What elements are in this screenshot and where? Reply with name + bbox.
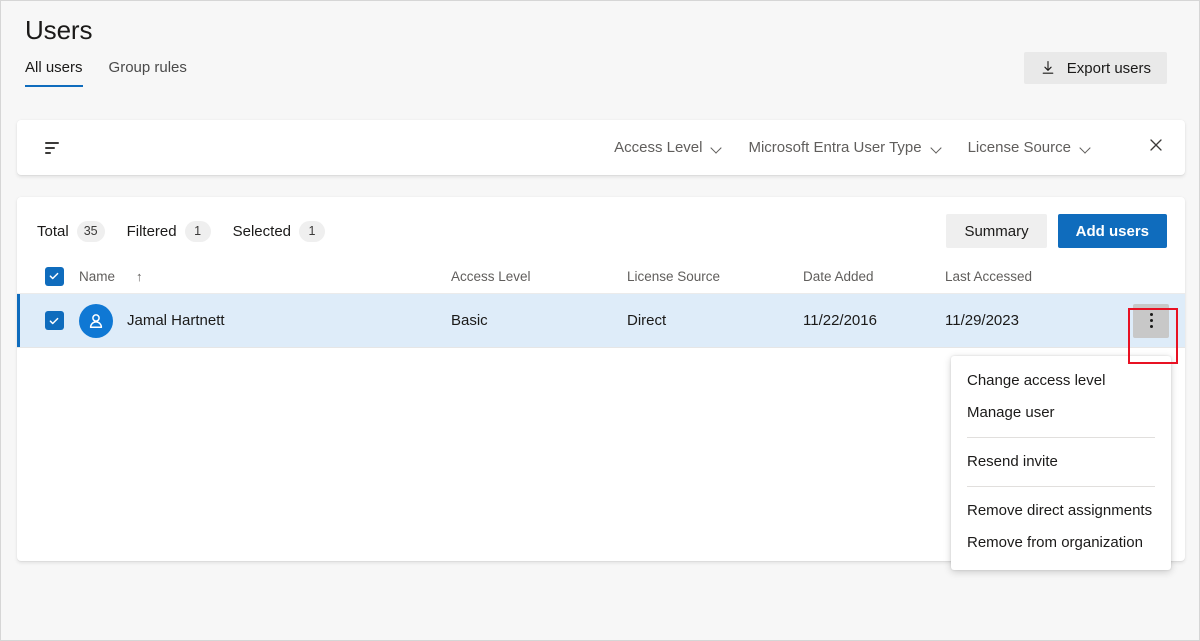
export-users-button[interactable]: Export users — [1024, 52, 1167, 84]
menu-separator — [967, 486, 1155, 487]
menu-separator — [967, 437, 1155, 438]
count-selected-value: 1 — [299, 221, 325, 242]
tab-all-users-label: All users — [25, 59, 83, 76]
column-header-name[interactable]: Name ↑ — [79, 269, 451, 284]
filter-bar: Access Level Microsoft Entra User Type L… — [17, 120, 1185, 175]
filter-access-level-label: Access Level — [614, 139, 702, 156]
export-users-label: Export users — [1067, 60, 1151, 77]
count-filtered-label: Filtered — [127, 223, 177, 240]
summary-button[interactable]: Summary — [946, 214, 1046, 248]
menu-item-resend-invite[interactable]: Resend invite — [951, 446, 1171, 478]
count-total-value: 35 — [77, 221, 105, 242]
row-date-added: 11/22/2016 — [803, 312, 945, 329]
close-icon — [1148, 137, 1164, 158]
column-header-date-added[interactable]: Date Added — [803, 269, 945, 284]
download-icon — [1040, 60, 1056, 76]
count-filtered: Filtered 1 — [127, 221, 211, 242]
list-actions: Summary Add users — [946, 214, 1167, 248]
row-context-menu: Change access level Manage user Resend i… — [951, 356, 1171, 570]
tab-all-users[interactable]: All users — [25, 59, 83, 87]
filter-icon[interactable] — [41, 138, 63, 158]
filter-license-source-label: License Source — [968, 139, 1071, 156]
menu-item-remove-direct-assignments[interactable]: Remove direct assignments — [951, 495, 1171, 527]
chevron-down-icon — [931, 144, 942, 151]
count-filtered-value: 1 — [185, 221, 211, 242]
row-actions-cell — [1115, 304, 1185, 338]
more-vertical-icon[interactable] — [1133, 304, 1169, 338]
filter-access-level[interactable]: Access Level — [614, 139, 722, 156]
filter-pickers: Access Level Microsoft Entra User Type L… — [614, 133, 1171, 163]
menu-item-remove-from-organization[interactable]: Remove from organization — [951, 527, 1171, 559]
chevron-down-icon — [1080, 144, 1091, 151]
count-total-label: Total — [37, 223, 69, 240]
filter-entra-user-type[interactable]: Microsoft Entra User Type — [748, 139, 941, 156]
menu-item-change-access-level[interactable]: Change access level — [951, 365, 1171, 397]
tab-bar: All users Group rules — [25, 59, 187, 87]
users-page: Users All users Group rules Export users… — [0, 0, 1200, 641]
column-header-license-source[interactable]: License Source — [627, 269, 803, 284]
row-last-accessed: 11/29/2023 — [945, 312, 1115, 329]
tab-group-rules[interactable]: Group rules — [109, 59, 187, 87]
count-total: Total 35 — [37, 221, 105, 242]
row-access-level: Basic — [451, 312, 627, 329]
sort-ascending-icon: ↑ — [136, 269, 143, 284]
menu-item-manage-user[interactable]: Manage user — [951, 397, 1171, 429]
select-all-checkbox[interactable] — [45, 267, 64, 286]
add-users-button[interactable]: Add users — [1058, 214, 1167, 248]
row-select-cell — [17, 311, 79, 330]
person-icon — [79, 304, 113, 338]
count-selected: Selected 1 — [233, 221, 325, 242]
page-title: Users — [25, 15, 92, 46]
count-summary: Total 35 Filtered 1 Selected 1 — [37, 221, 325, 242]
row-checkbox[interactable] — [45, 311, 64, 330]
row-user-name[interactable]: Jamal Hartnett — [127, 312, 225, 329]
list-toolbar: Total 35 Filtered 1 Selected 1 Summary A… — [17, 197, 1185, 265]
filter-license-source[interactable]: License Source — [968, 139, 1091, 156]
count-selected-label: Selected — [233, 223, 291, 240]
filter-entra-user-type-label: Microsoft Entra User Type — [748, 139, 921, 156]
column-header-name-label: Name — [79, 269, 115, 284]
row-name-cell: Jamal Hartnett — [79, 304, 451, 338]
column-header-last-accessed[interactable]: Last Accessed — [945, 269, 1115, 284]
select-all-cell — [17, 267, 79, 286]
table-header-row: Name ↑ Access Level License Source Date … — [17, 259, 1185, 294]
row-license-source: Direct — [627, 312, 803, 329]
chevron-down-icon — [711, 144, 722, 151]
table-row[interactable]: Jamal Hartnett Basic Direct 11/22/2016 1… — [17, 294, 1185, 348]
column-header-access-level[interactable]: Access Level — [451, 269, 627, 284]
close-filters-button[interactable] — [1141, 133, 1171, 163]
tab-group-rules-label: Group rules — [109, 59, 187, 76]
